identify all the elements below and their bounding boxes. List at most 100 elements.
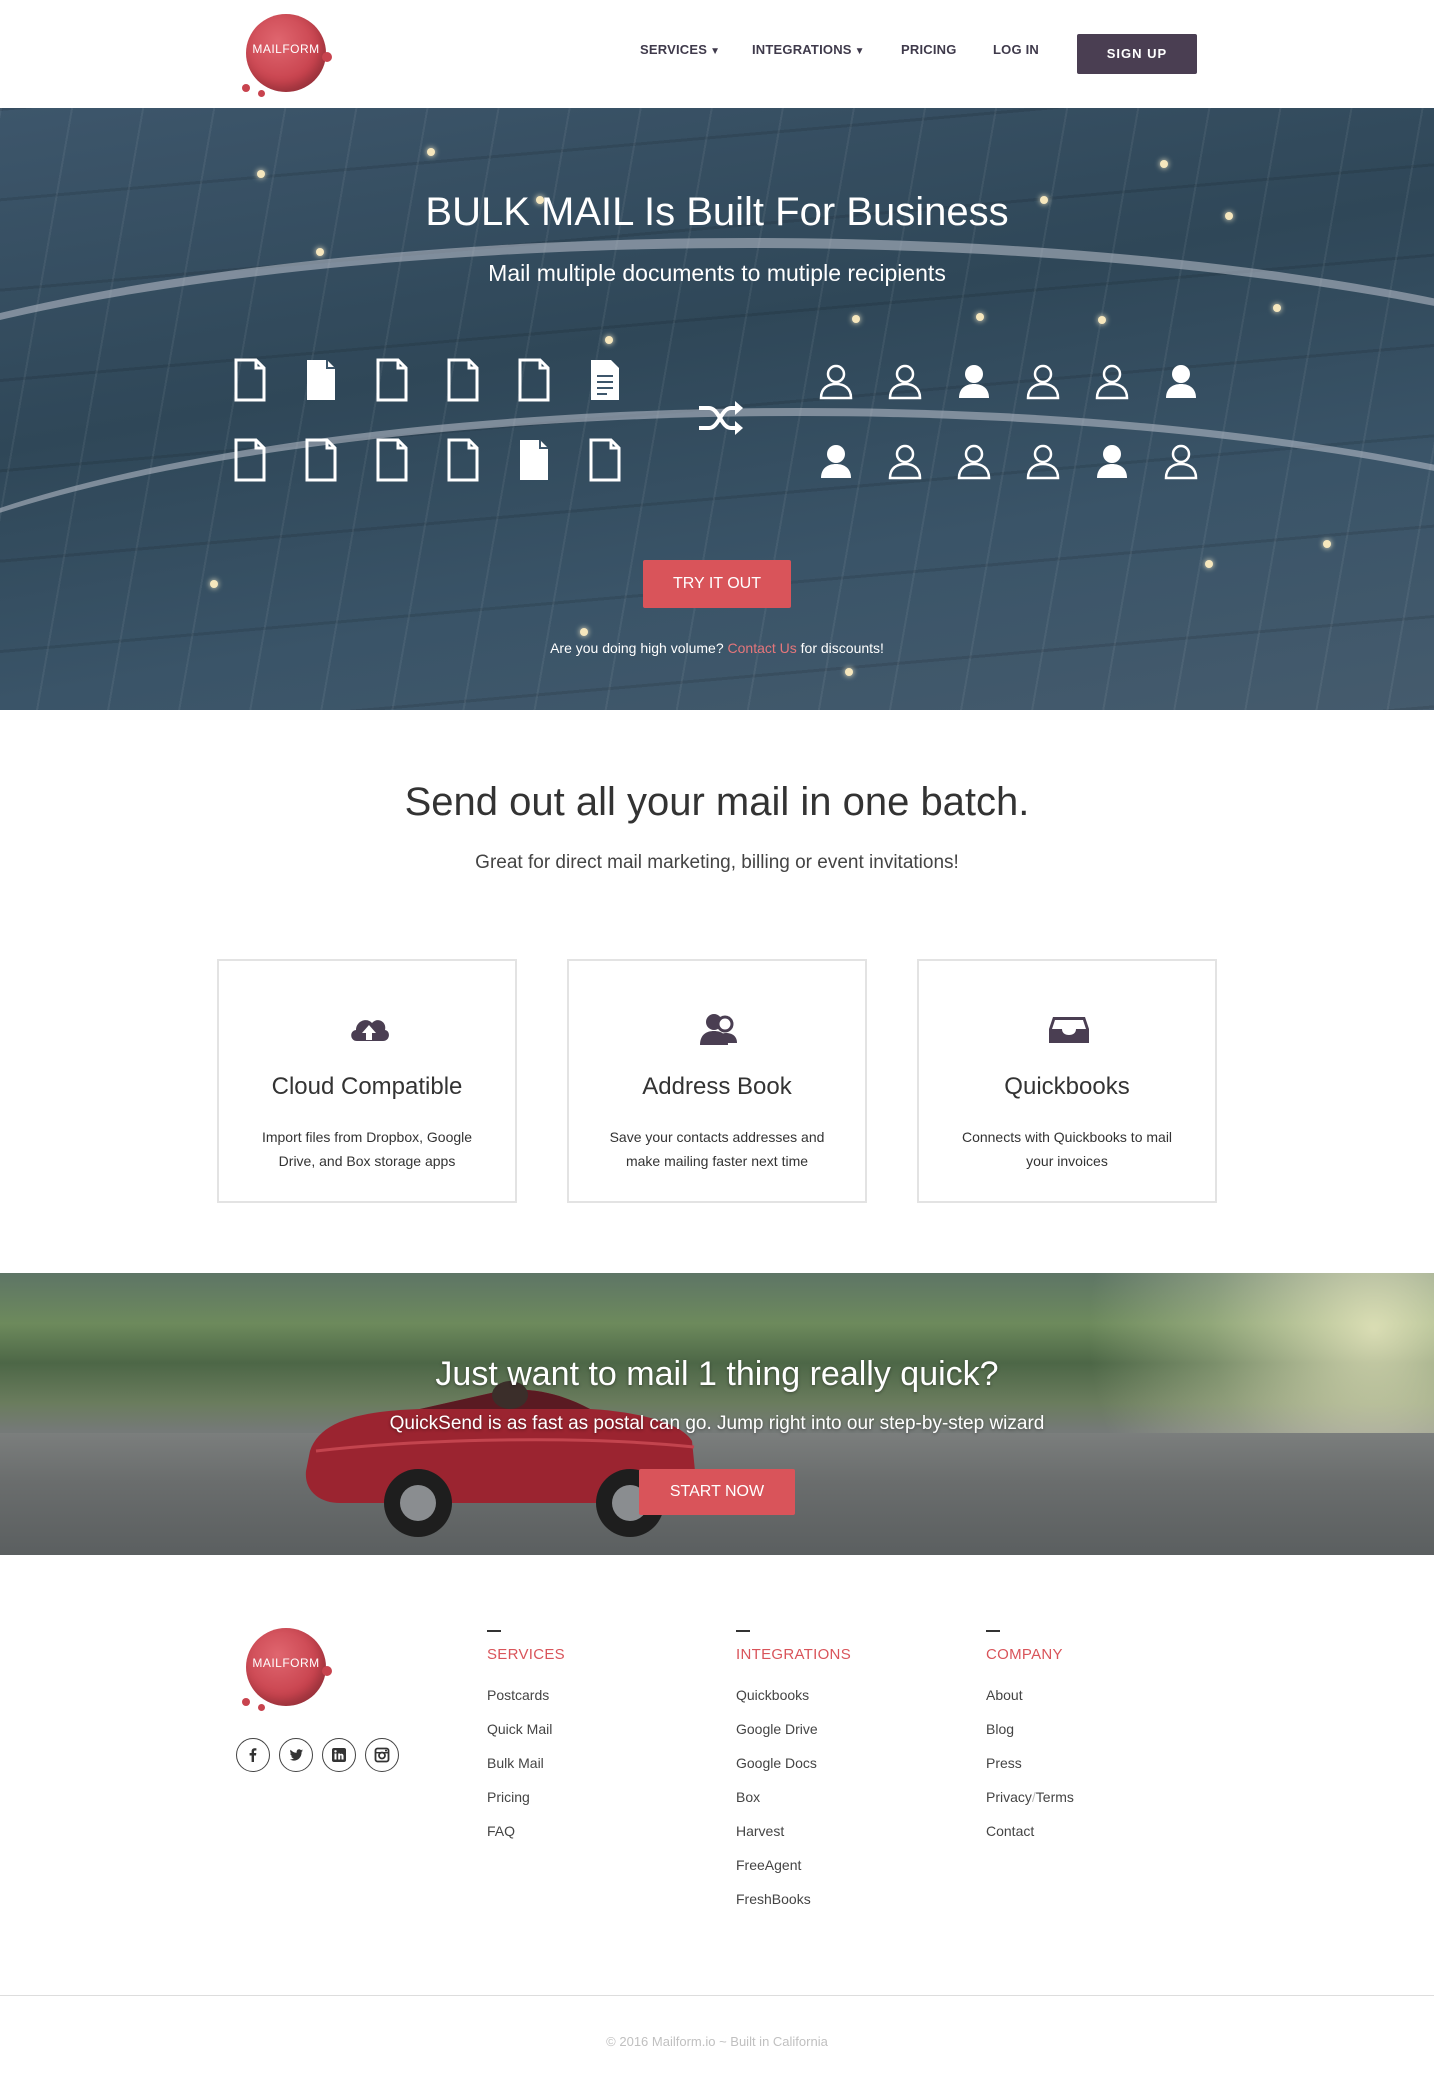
feature-title: Address Book [642,1073,792,1100]
background-light [1323,540,1331,548]
site-header: MAILFORM SERVICES ▼ INTEGRATIONS ▼ PRICING… [0,0,1434,108]
footer-integrations: INTEGRATIONS Quickbooks Google Drive Goo… [736,1630,851,1923]
main-nav: SERVICES ▼ INTEGRATIONS ▼ PRICING LOG IN [0,42,1434,66]
footer-heading: COMPANY [986,1646,1063,1663]
background-light [1098,316,1106,324]
twitter-button[interactable] [279,1738,313,1772]
footer-link[interactable]: About [986,1685,1074,1719]
document-outline-icon [589,438,621,482]
background-light [210,580,218,588]
footer-link[interactable]: Google Docs [736,1753,851,1787]
user-filled-icon [959,365,989,398]
footer-link[interactable]: Quick Mail [487,1719,565,1753]
document-lines-icon [591,360,619,400]
feature-description: Save your contacts addresses and make ma… [609,1129,825,1169]
footer-link[interactable]: Press [986,1753,1074,1787]
user-outline-icon [1095,364,1129,400]
user-outline-icon [1026,444,1060,480]
nav-pricing[interactable]: PRICING [901,42,957,57]
document-filled-icon [307,360,335,400]
background-light [845,668,853,676]
volume-note-text: Are you doing high volume? [550,640,724,656]
feature-title: Cloud Compatible [271,1073,463,1100]
user-outline-icon [957,444,991,480]
quicksend-subtitle: QuickSend is as fast as postal can go. J… [389,1413,1045,1434]
contact-us-link[interactable]: Contact Us [728,640,797,656]
footer-link[interactable]: FAQ [487,1821,565,1855]
feature-card-address-book: Address Book Save your contacts addresse… [567,959,867,1203]
nav-login[interactable]: LOG IN [993,42,1039,57]
footer-link[interactable]: Quickbooks [736,1685,851,1719]
document-outline-icon [518,358,550,402]
privacy-link[interactable]: Privacy [986,1789,1032,1805]
footer-heading: SERVICES [487,1646,565,1663]
feature-card-quickbooks: Quickbooks Connects with Quickbooks to m… [917,959,1217,1203]
footer-link[interactable]: Blog [986,1719,1074,1753]
instagram-button[interactable] [365,1738,399,1772]
background-arc [0,108,1434,528]
caret-down-icon: ▼ [710,46,721,57]
signup-button[interactable]: SIGN UP [1077,34,1197,74]
batch-title: Send out all your mail in one batch. [404,780,1030,824]
hero-section: BULK MAIL Is Built For Business Mail mul… [0,108,1434,710]
document-outline-icon [376,358,408,402]
nav-services-label: SERVICES [640,42,708,57]
terms-link[interactable]: Terms [1036,1789,1074,1805]
logo-text: MAILFORM [252,1656,320,1670]
volume-note: Are you doing high volume? Contact Us fo… [0,640,1434,656]
nav-services[interactable]: SERVICES ▼ [640,42,720,57]
heading-dash [736,1630,750,1632]
footer-heading: INTEGRATIONS [736,1646,851,1663]
footer-link[interactable]: Bulk Mail [487,1753,565,1787]
document-outline-icon [447,358,479,402]
address-book-icon [700,1014,737,1045]
footer-logo[interactable]: MAILFORM [240,1622,336,1718]
footer-link[interactable]: FreeAgent [736,1855,851,1889]
footer-link[interactable]: Box [736,1787,851,1821]
footer-link-group: Privacy/Terms [986,1787,1074,1821]
document-outline-icon [234,358,266,402]
heading-dash [487,1630,501,1632]
seal-drop [242,1698,250,1706]
footer-divider [0,1995,1434,1996]
document-outline-icon [447,438,479,482]
volume-note-suffix: for discounts! [800,640,884,656]
instagram-icon [374,1747,390,1763]
background-light [605,336,613,344]
footer-link[interactable]: Google Drive [736,1719,851,1753]
document-outline-icon [376,438,408,482]
document-outline-icon [305,438,337,482]
footer-services: SERVICES Postcards Quick Mail Bulk Mail … [487,1630,565,1855]
cloud-upload-icon [351,1020,389,1041]
background-light [580,628,588,636]
background-light [1273,304,1281,312]
linkedin-button[interactable] [322,1738,356,1772]
facebook-button[interactable] [236,1738,270,1772]
document-filled-icon [520,440,548,480]
quicksend-section: Just want to mail 1 thing really quick? … [0,1273,1434,1555]
background-light [316,248,324,256]
document-outline-icon [234,438,266,482]
user-filled-icon [821,445,851,478]
footer-link[interactable]: Postcards [487,1685,565,1719]
twitter-icon [289,1749,303,1761]
background-light [427,148,435,156]
background-light [257,170,265,178]
try-it-out-button[interactable]: TRY IT OUT [643,560,791,608]
footer-link[interactable]: Contact [986,1821,1074,1855]
user-outline-icon [1026,364,1060,400]
footer-link[interactable]: FreshBooks [736,1889,851,1923]
user-filled-icon [1097,445,1127,478]
hero-title: BULK MAIL Is Built For Business [425,190,1009,234]
user-filled-icon [1166,365,1196,398]
inbox-icon [1049,1017,1089,1043]
feature-card-cloud: Cloud Compatible Import files from Dropb… [217,959,517,1203]
hero-subtitle: Mail multiple documents to mutiple recip… [488,260,946,286]
nav-integrations-label: INTEGRATIONS [752,42,852,57]
footer-link[interactable]: Pricing [487,1787,565,1821]
seal-drop [258,90,265,97]
start-now-button[interactable]: START NOW [639,1469,795,1515]
footer-link[interactable]: Harvest [736,1821,851,1855]
user-outline-icon [888,444,922,480]
nav-integrations[interactable]: INTEGRATIONS ▼ [752,42,865,57]
